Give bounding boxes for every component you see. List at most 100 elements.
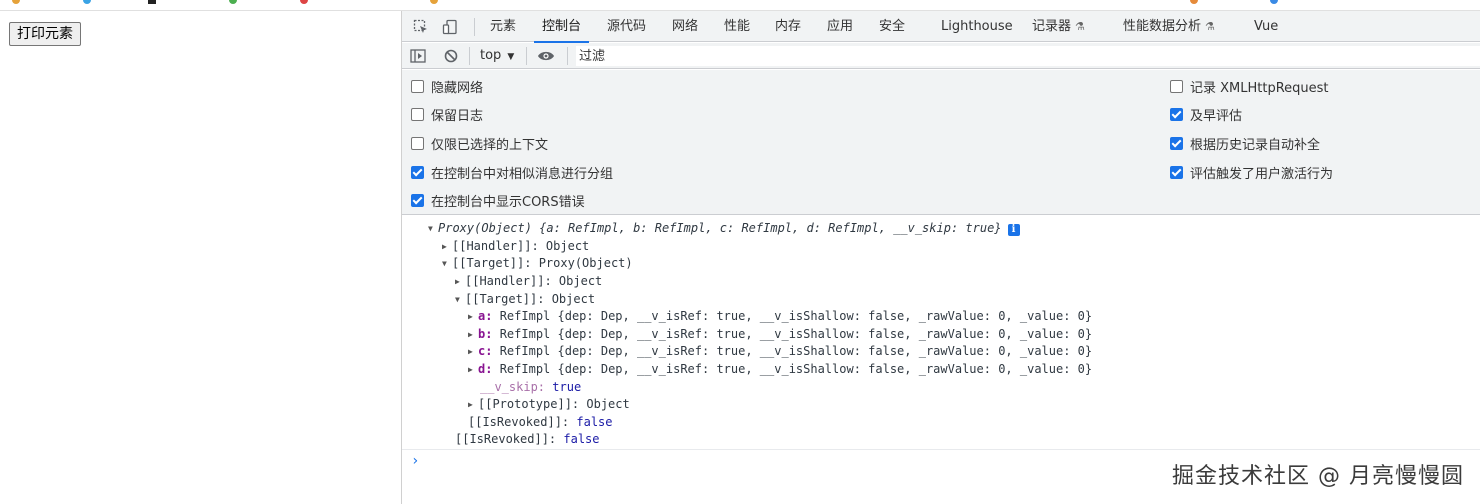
checkbox[interactable] (1170, 165, 1183, 179)
setting-label: 评估触发了用户激活行为 (1190, 166, 1334, 182)
context-selector[interactable]: top ▼ (480, 43, 514, 69)
tab-sources[interactable]: 源代码 (607, 11, 646, 42)
property-value: RefImpl {dep: Dep, __v_isRef: true, __v_… (499, 309, 1093, 323)
print-element-button[interactable]: 打印元素 (9, 22, 81, 46)
tree-node-label: [[Prototype]]: Object (478, 397, 630, 411)
checkbox[interactable] (411, 165, 424, 179)
setting-group-similar[interactable]: 在控制台中对相似消息进行分组 (411, 162, 613, 182)
checkbox[interactable] (411, 79, 424, 93)
filter-input[interactable] (576, 46, 1480, 66)
context-label: top (480, 48, 502, 63)
favicon-icon (12, 0, 20, 4)
tree-node-ref-a[interactable]: ▶ a: RefImpl {dep: Dep, __v_isRef: true, … (468, 307, 1092, 325)
console-settings-pane: 隐藏网络 保留日志 仅限已选择的上下文 在控制台中对相似消息进行分组 在控制台中… (402, 70, 1480, 215)
favicon-icon (1270, 0, 1278, 4)
devtools-tabbar: 元素 控制台 源代码 网络 性能 内存 应用 安全 Lighthouse 记录器… (402, 11, 1480, 43)
collapsed-triangle-icon: ▶ (468, 347, 473, 356)
setting-preserve-log[interactable]: 保留日志 (411, 104, 483, 124)
favicon-icon (83, 0, 91, 4)
property-key: __v_skip (480, 380, 538, 394)
watermark: 掘金技术社区 @ 月亮慢慢圆 (1172, 464, 1464, 489)
tab-performance-insights[interactable]: 性能数据分析 ⚗ (1123, 11, 1215, 42)
setting-eager-evaluation[interactable]: 及早评估 (1170, 104, 1242, 124)
tab-lighthouse[interactable]: Lighthouse (941, 11, 1013, 42)
expanded-triangle-icon: ▼ (455, 295, 460, 304)
property-value: false (576, 415, 613, 429)
setting-autocomplete-history[interactable]: 根据历史记录自动补全 (1170, 133, 1320, 153)
tab-performance-insights-label: 性能数据分析 (1123, 19, 1202, 34)
tab-application[interactable]: 应用 (827, 11, 853, 42)
toolbar-divider (469, 47, 470, 65)
tree-node-outer-revoked: [[IsRevoked]]: false (455, 432, 600, 446)
checkbox[interactable] (1170, 79, 1183, 93)
setting-user-activation-eval[interactable]: 评估触发了用户激活行为 (1170, 162, 1333, 182)
info-icon[interactable]: i (1007, 224, 1020, 236)
experiment-flask-icon: ⚗ (1075, 20, 1085, 33)
context-dropdown-icon: ▼ (507, 52, 515, 62)
property-key: [[IsRevoked]] (455, 432, 549, 446)
property-value: true (552, 380, 582, 394)
property-value: RefImpl {dep: Dep, __v_isRef: true, __v_… (499, 362, 1093, 376)
tree-node-target[interactable]: ▼ [[Target]]: Proxy(Object) (442, 254, 633, 272)
favicon-icon (229, 0, 237, 4)
console-divider (402, 449, 1480, 450)
collapsed-triangle-icon: ▶ (468, 365, 473, 374)
device-toolbar-icon[interactable] (440, 17, 460, 37)
favicon-icon (430, 0, 438, 4)
browser-top-strip (0, 0, 1480, 11)
tab-memory[interactable]: 内存 (775, 11, 801, 42)
object-preview: {a: RefImpl, b: RefImpl, c: RefImpl, d: … (539, 221, 1002, 235)
setting-label: 根据历史记录自动补全 (1190, 137, 1321, 153)
tab-console[interactable]: 控制台 (533, 11, 590, 43)
checkbox[interactable] (411, 107, 424, 121)
tab-performance[interactable]: 性能 (724, 11, 750, 42)
favicon-icon (148, 0, 156, 4)
setting-hide-network[interactable]: 隐藏网络 (411, 76, 483, 96)
tree-node-ref-b[interactable]: ▶ b: RefImpl {dep: Dep, __v_isRef: true, … (468, 325, 1092, 343)
tab-network[interactable]: 网络 (672, 11, 698, 42)
property-value: false (563, 432, 600, 446)
favicon-icon (1190, 0, 1198, 4)
tree-node-prototype[interactable]: ▶ [[Prototype]]: Object (468, 395, 630, 413)
checkbox[interactable] (411, 193, 424, 207)
tab-vue[interactable]: Vue (1254, 11, 1278, 42)
inspect-element-icon[interactable] (411, 17, 431, 37)
tab-security[interactable]: 安全 (879, 11, 905, 42)
tree-node-handler[interactable]: ▶ [[Handler]]: Object (442, 237, 589, 255)
setting-label: 隐藏网络 (431, 80, 484, 96)
tree-node-label: [[Target]]: Proxy(Object) (452, 256, 633, 270)
collapsed-triangle-icon: ▶ (455, 277, 460, 286)
tree-node-ref-c[interactable]: ▶ c: RefImpl {dep: Dep, __v_isRef: true, … (468, 342, 1092, 360)
tree-node-label: [[Handler]]: Object (465, 274, 603, 288)
setting-label: 保留日志 (431, 108, 484, 124)
console-prompt[interactable]: › (411, 453, 419, 469)
setting-show-cors-errors[interactable]: 在控制台中显示CORS错误 (411, 190, 585, 210)
expanded-triangle-icon: ▼ (428, 224, 433, 233)
experiment-flask-icon: ⚗ (1205, 20, 1215, 33)
tree-node-inner-target[interactable]: ▼ [[Target]]: Object (455, 290, 595, 308)
live-expression-eye-icon[interactable] (536, 46, 556, 66)
collapsed-triangle-icon: ▶ (468, 312, 473, 321)
object-tree-root[interactable]: ▼ Proxy(Object) {a: RefImpl, b: RefImpl, … (428, 219, 1020, 237)
sidebar-toggle-icon[interactable] (408, 46, 428, 66)
setting-label: 在控制台中显示CORS错误 (431, 194, 585, 210)
tree-node-inner-revoked: [[IsRevoked]]: false (468, 415, 613, 429)
tree-node-inner-handler[interactable]: ▶ [[Handler]]: Object (455, 272, 602, 290)
checkbox[interactable] (411, 136, 424, 150)
setting-selected-context-only[interactable]: 仅限已选择的上下文 (411, 133, 548, 153)
tree-node-label: [[Handler]]: Object (452, 239, 590, 253)
tab-elements[interactable]: 元素 (490, 11, 516, 42)
property-value: RefImpl {dep: Dep, __v_isRef: true, __v_… (499, 327, 1093, 341)
object-type: Proxy(Object) (438, 221, 532, 235)
clear-console-icon[interactable] (441, 46, 461, 66)
checkbox[interactable] (1170, 107, 1183, 121)
setting-log-xhr[interactable]: 记录 XMLHttpRequest (1170, 76, 1329, 96)
checkbox[interactable] (1170, 136, 1183, 150)
property-value: RefImpl {dep: Dep, __v_isRef: true, __v_… (499, 344, 1093, 358)
tree-node-label: [[Target]]: Object (465, 292, 596, 306)
toolbar-divider (526, 47, 527, 65)
tree-node-v-skip: __v_skip: true (480, 380, 582, 394)
setting-label: 在控制台中对相似消息进行分组 (431, 166, 614, 182)
tree-node-ref-d[interactable]: ▶ d: RefImpl {dep: Dep, __v_isRef: true, … (468, 360, 1092, 378)
tab-recorder[interactable]: 记录器 ⚗ (1032, 11, 1085, 42)
